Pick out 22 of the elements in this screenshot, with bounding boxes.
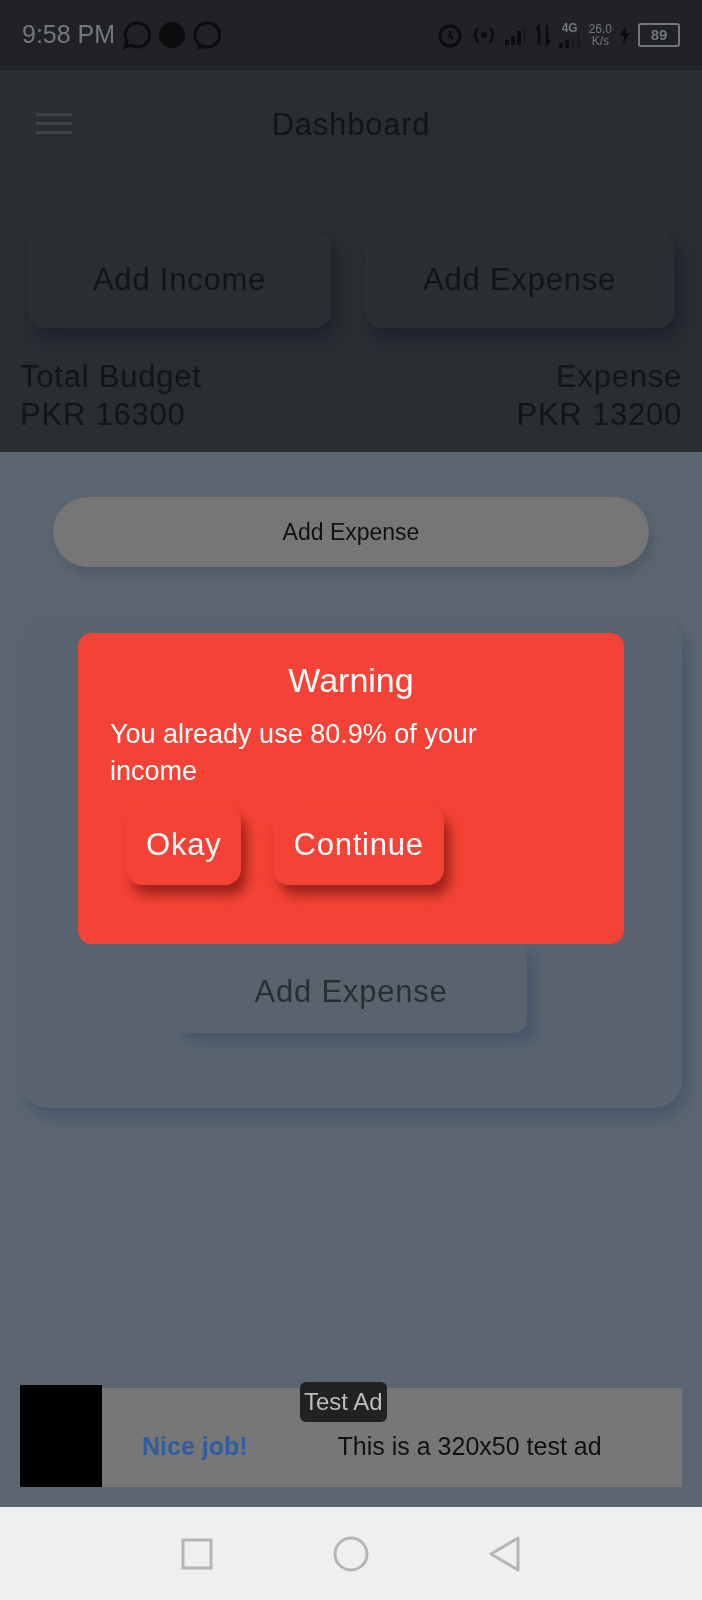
network-type: 4G <box>561 22 578 34</box>
dialog-message: You already use 80.9% of your income <box>110 718 478 788</box>
ad-headline: Nice job! <box>142 1430 248 1462</box>
dialog-button[interactable]: Continue <box>273 806 444 885</box>
chat-bubble-icon <box>123 21 152 49</box>
battery-indicator: 89 <box>638 23 680 47</box>
dialog-button[interactable]: Okay <box>126 806 242 885</box>
signal-icon <box>558 34 581 48</box>
data-arrows-icon <box>534 23 551 47</box>
add-expense-button[interactable]: Add Expense <box>53 497 649 567</box>
status-time: 9:58 PM <box>22 19 116 51</box>
dialog-title: Warning <box>288 660 414 701</box>
signal-icon <box>504 25 527 45</box>
home-icon[interactable] <box>333 1535 369 1572</box>
ad-badge: Test Ad <box>300 1382 387 1422</box>
charging-icon <box>620 26 630 44</box>
back-icon[interactable] <box>489 1535 521 1572</box>
ad-text: This is a 320x50 test ad <box>337 1430 602 1462</box>
speed-unit: K/s <box>591 35 609 47</box>
alarm-icon <box>436 22 463 48</box>
recents-icon[interactable] <box>181 1537 213 1570</box>
speed-value: 26.0 <box>588 23 612 35</box>
